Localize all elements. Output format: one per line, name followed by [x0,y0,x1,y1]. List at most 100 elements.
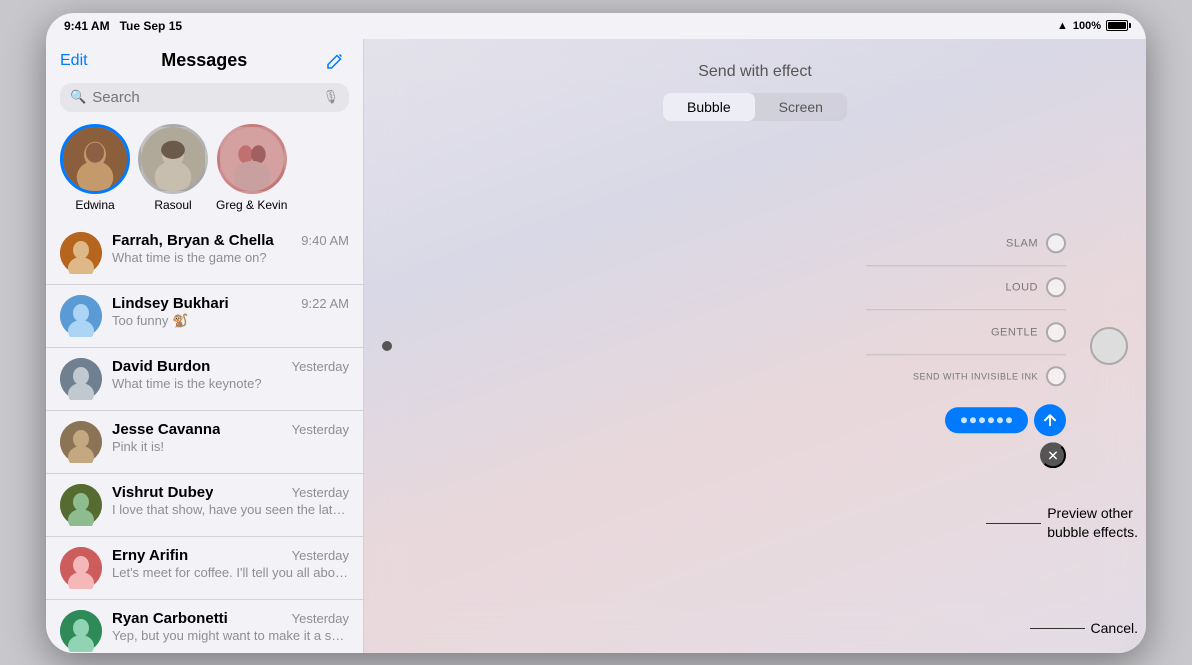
pinned-contact-greg[interactable]: Greg & Kevin [216,124,287,212]
compose-button[interactable] [321,47,349,75]
sidebar: Edit Messages 🔍 🎙 [46,39,364,653]
effect-option-invisible-ink[interactable]: SEND WITH INVISIBLE INK [913,356,1066,396]
annotation-line-2 [1030,628,1085,629]
list-item[interactable]: David Burdon Yesterday What time is the … [46,348,363,411]
effect-label-invisible-ink: SEND WITH INVISIBLE INK [913,371,1038,381]
cancel-button[interactable]: ✕ [1040,442,1066,468]
effect-divider [866,354,1066,355]
pinned-avatar-greg [217,124,287,194]
battery-label: 100% [1073,20,1101,32]
tab-bubble[interactable]: Bubble [663,93,755,121]
effect-option-gentle[interactable]: GENTLE [991,312,1066,352]
search-icon: 🔍 [70,89,86,105]
message-time: Yesterday [292,422,349,437]
avatar [60,547,102,589]
message-time: 9:40 AM [301,233,349,248]
effect-option-loud[interactable]: LOUD [1005,267,1066,307]
effect-header: Send with effect Bubble Screen [364,39,1146,133]
avatar [60,358,102,400]
edit-button[interactable]: Edit [60,52,88,70]
message-preview: Yep, but you might want to make it a sur… [112,628,349,643]
annotation-text-preview: Preview otherbubble effects. [1047,504,1138,543]
message-preview: Let's meet for coffee. I'll tell you all… [112,565,349,580]
effect-label-slam: SLAM [1006,237,1038,249]
avatar [60,610,102,652]
tab-screen[interactable]: Screen [755,93,847,121]
avatar [60,232,102,274]
battery-icon [1106,20,1128,31]
send-button[interactable] [1034,404,1066,436]
effect-radio-loud[interactable] [1046,277,1066,297]
pinned-contact-edwina[interactable]: Edwina [60,124,130,212]
bubble-text-dots [961,417,1012,423]
effects-sidebar: SLAM LOUD GENTLE SEND WITH INVISIBLE INK [866,223,1066,469]
left-indicator [382,341,392,351]
effect-divider [866,309,1066,310]
message-time: Yesterday [292,485,349,500]
message-content: Jesse Cavanna Yesterday Pink it is! [112,421,349,454]
list-item[interactable]: Erny Arifin Yesterday Let's meet for cof… [46,537,363,600]
list-item[interactable]: Lindsey Bukhari 9:22 AM Too funny 🐒 [46,285,363,348]
contact-name: Vishrut Dubey [112,484,213,501]
message-time: Yesterday [292,611,349,626]
message-preview: I love that show, have you seen the late… [112,502,349,517]
effect-label-loud: LOUD [1005,281,1038,293]
search-input[interactable] [92,89,316,106]
contact-name: Ryan Carbonetti [112,610,228,627]
wifi-icon: ▲ [1057,20,1068,32]
message-content: Erny Arifin Yesterday Let's meet for cof… [112,547,349,580]
effect-tabs: Bubble Screen [663,93,847,121]
home-button[interactable] [1090,327,1128,365]
status-right: ▲ 100% [1057,20,1128,32]
message-preview: What time is the keynote? [112,376,349,391]
pinned-avatar-edwina [60,124,130,194]
effect-title: Send with effect [364,63,1146,81]
message-list: Farrah, Bryan & Chella 9:40 AM What time… [46,222,363,653]
avatar [60,421,102,463]
message-content: Lindsey Bukhari 9:22 AM Too funny 🐒 [112,295,349,329]
pinned-name-rasoul: Rasoul [154,198,191,212]
sidebar-header: Edit Messages [46,39,363,81]
message-preview: What time is the game on? [112,250,349,265]
annotation-cancel: Cancel. [1030,619,1138,639]
status-bar: 9:41 AM Tue Sep 15 ▲ 100% [46,13,1146,39]
effect-divider [866,265,1066,266]
contact-name: Lindsey Bukhari [112,295,229,312]
list-item[interactable]: Vishrut Dubey Yesterday I love that show… [46,474,363,537]
search-bar[interactable]: 🔍 🎙 [60,83,349,112]
pinned-name-greg: Greg & Kevin [216,198,287,212]
pinned-name-edwina: Edwina [75,198,114,212]
list-item[interactable]: Jesse Cavanna Yesterday Pink it is! [46,411,363,474]
pinned-contacts: Edwina Rasoul [46,120,363,222]
effect-option-slam[interactable]: SLAM [1006,223,1066,263]
right-panel: Send with effect Bubble Screen SLAM LOUD [364,39,1146,653]
effect-label-gentle: GENTLE [991,326,1038,338]
message-content: Ryan Carbonetti Yesterday Yep, but you m… [112,610,349,643]
avatar [60,295,102,337]
message-preview: Too funny 🐒 [112,313,349,329]
main-content: Edit Messages 🔍 🎙 [46,39,1146,653]
message-content: Farrah, Bryan & Chella 9:40 AM What time… [112,232,349,265]
annotation-text-cancel: Cancel. [1091,619,1138,639]
message-time: Yesterday [292,548,349,563]
message-time: Yesterday [292,359,349,374]
list-item[interactable]: Farrah, Bryan & Chella 9:40 AM What time… [46,222,363,285]
annotation-preview: Preview otherbubble effects. [986,504,1138,543]
mic-icon: 🎙 [322,89,339,105]
avatar [60,484,102,526]
contact-name: Jesse Cavanna [112,421,220,438]
message-preview: Pink it is! [112,439,349,454]
status-date: Tue Sep 15 [120,19,182,33]
status-time: 9:41 AM [64,19,110,33]
pinned-avatar-rasoul [138,124,208,194]
message-content: Vishrut Dubey Yesterday I love that show… [112,484,349,517]
message-time: 9:22 AM [301,296,349,311]
effect-radio-gentle[interactable] [1046,322,1066,342]
effect-radio-slam[interactable] [1046,233,1066,253]
sidebar-title: Messages [88,50,321,71]
list-item[interactable]: Ryan Carbonetti Yesterday Yep, but you m… [46,600,363,653]
effect-radio-invisible-ink[interactable] [1046,366,1066,386]
pinned-contact-rasoul[interactable]: Rasoul [138,124,208,212]
contact-name: Farrah, Bryan & Chella [112,232,274,249]
message-content: David Burdon Yesterday What time is the … [112,358,349,391]
